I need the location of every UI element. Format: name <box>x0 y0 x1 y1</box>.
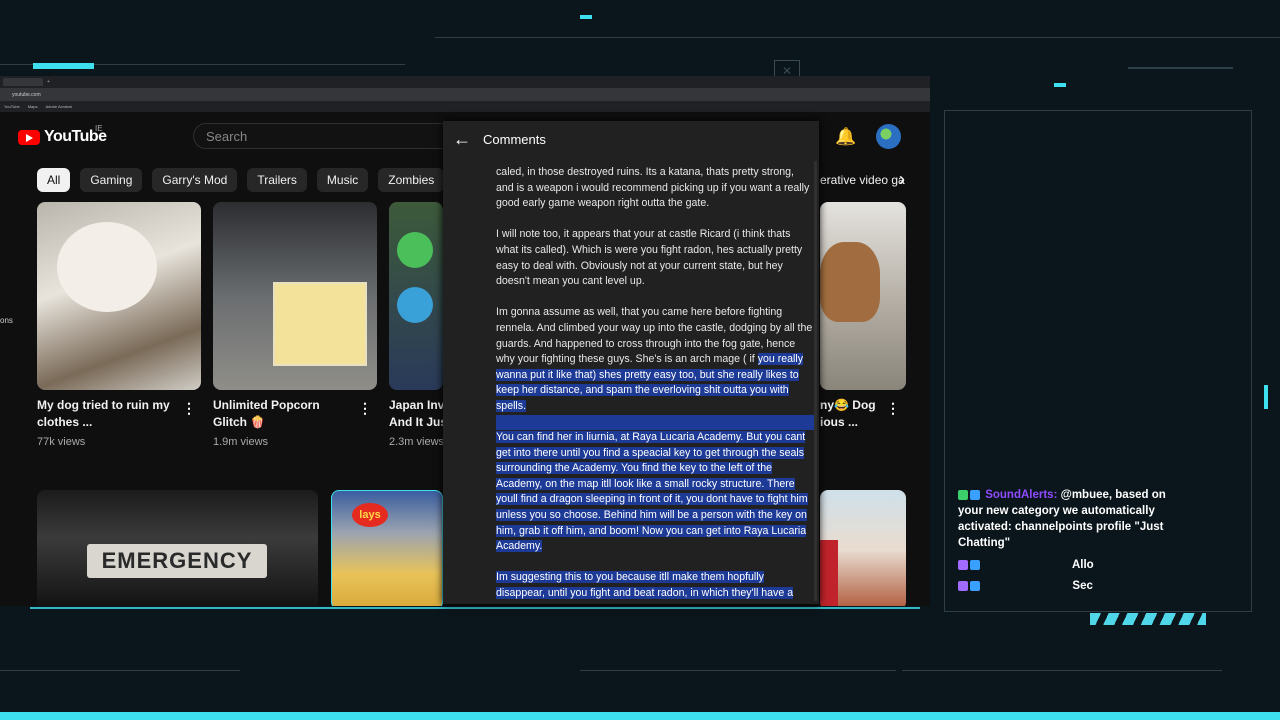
hud-stripes <box>1090 613 1206 625</box>
thumbnail-lays-logo: lays <box>352 503 388 527</box>
video-thumbnail[interactable]: EMERGENCY <box>37 490 318 606</box>
gift-badge-icon <box>970 580 980 591</box>
new-tab-icon[interactable]: + <box>47 79 50 85</box>
avatar[interactable] <box>876 124 901 149</box>
video-thumbnail[interactable] <box>820 202 906 390</box>
video-views: 77k views <box>37 436 86 448</box>
url-text: youtube.com <box>12 91 41 98</box>
bookmarks-bar: YouTube Maps Adobe Acrobat <box>0 101 930 112</box>
hud-line-bottom-3 <box>902 670 1222 671</box>
hud-accent-side <box>1264 385 1268 409</box>
video-title[interactable]: Unlimited Popcorn Glitch 🍿 <box>213 397 353 431</box>
video-views: 1.9m views <box>213 436 269 448</box>
video-thumbnail[interactable]: lays <box>331 490 443 606</box>
chip-zombies[interactable]: Zombies <box>378 168 445 192</box>
chip-trailers[interactable]: Trailers <box>247 168 307 192</box>
more-vert-icon[interactable]: ⋮ <box>886 400 900 417</box>
chip-gaming[interactable]: Gaming <box>80 168 143 192</box>
address-bar[interactable]: youtube.com <box>0 88 930 101</box>
youtube-play-icon <box>18 129 40 145</box>
comment-paragraph: Im suggesting this to you because itll m… <box>496 571 794 600</box>
chat-username: SoundAlerts: <box>985 489 1058 501</box>
sub-badge-icon <box>958 580 968 591</box>
hud-line-bottom <box>0 670 240 671</box>
sub-badge-icon <box>958 559 968 570</box>
youtube-logo[interactable]: YouTube <box>18 128 107 146</box>
video-thumbnail[interactable] <box>820 490 906 606</box>
browser-tab[interactable] <box>3 78 43 86</box>
gift-badge-icon <box>970 559 980 570</box>
bookmark-item[interactable]: Adobe Acrobat <box>46 104 72 109</box>
video-title[interactable]: ny😂 Dog ious ... <box>820 397 880 431</box>
chip-music[interactable]: Music <box>316 168 369 192</box>
hud-line-bottom-2 <box>580 670 896 671</box>
more-vert-icon[interactable]: ⋮ <box>358 400 372 417</box>
video-thumbnail[interactable] <box>37 202 201 390</box>
scrollbar[interactable] <box>814 161 817 601</box>
comment-text: caled, in those destroyed ruins. Its a k… <box>496 165 814 617</box>
hud-accent-mid <box>580 15 592 19</box>
chat-text: Allo <box>1071 559 1094 571</box>
filter-chips: All Gaming Garry's Mod Trailers Music Zo… <box>37 168 485 192</box>
search-input[interactable]: Search <box>193 123 453 149</box>
chip-all[interactable]: All <box>37 168 71 192</box>
comment-paragraph: You can find her in liurnia, at Raya Luc… <box>496 431 808 553</box>
chevron-right-icon[interactable]: › <box>890 168 914 192</box>
hud-line-right <box>1128 67 1233 69</box>
thumbnail-emergency-text: EMERGENCY <box>87 544 267 578</box>
hud-line-top-right <box>435 37 1280 38</box>
chat-message: Sec <box>958 578 1188 594</box>
comment-paragraph: caled, in those destroyed ruins. Its a k… <box>496 166 810 210</box>
chip-garrys-mod[interactable]: Garry's Mod <box>152 168 238 192</box>
video-title[interactable]: My dog tried to ruin my clothes ... <box>37 397 177 431</box>
chat-message: SoundAlerts: @mbuee, based on your new c… <box>958 487 1188 551</box>
back-arrow-icon[interactable]: ← <box>453 129 471 150</box>
video-thumbnail[interactable] <box>213 202 377 390</box>
comments-panel: ← Comments caled, in those destroyed rui… <box>443 121 819 604</box>
hud-accent-top <box>33 63 94 69</box>
region-code: IE <box>95 124 103 133</box>
bot-badge-icon <box>970 489 980 500</box>
video-views: 2.3m views <box>389 436 443 448</box>
comment-paragraph: I will note too, it appears that your at… <box>496 228 803 288</box>
comments-header: ← Comments <box>443 121 819 157</box>
browser-tab-strip: + <box>0 76 930 88</box>
bookmark-item[interactable]: YouTube <box>4 104 20 109</box>
bell-icon[interactable]: 🔔 <box>835 127 856 147</box>
comment-paragraph: Im gonna assume as well, that you came h… <box>496 306 813 412</box>
chat-message: Allo <box>958 557 1188 573</box>
hud-accent-right <box>1054 83 1066 87</box>
hud-accent-bottom <box>0 712 1280 720</box>
video-thumbnail[interactable] <box>389 202 443 390</box>
more-vert-icon[interactable]: ⋮ <box>182 400 196 417</box>
check-badge-icon <box>958 489 968 500</box>
comments-title: Comments <box>483 131 546 147</box>
chat-text: Sec <box>1072 580 1093 592</box>
sidebar-partial-text: ons <box>0 316 13 325</box>
bookmark-item[interactable]: Maps <box>28 104 38 109</box>
video-title[interactable]: Japan Inv And It Jus <box>389 397 443 431</box>
